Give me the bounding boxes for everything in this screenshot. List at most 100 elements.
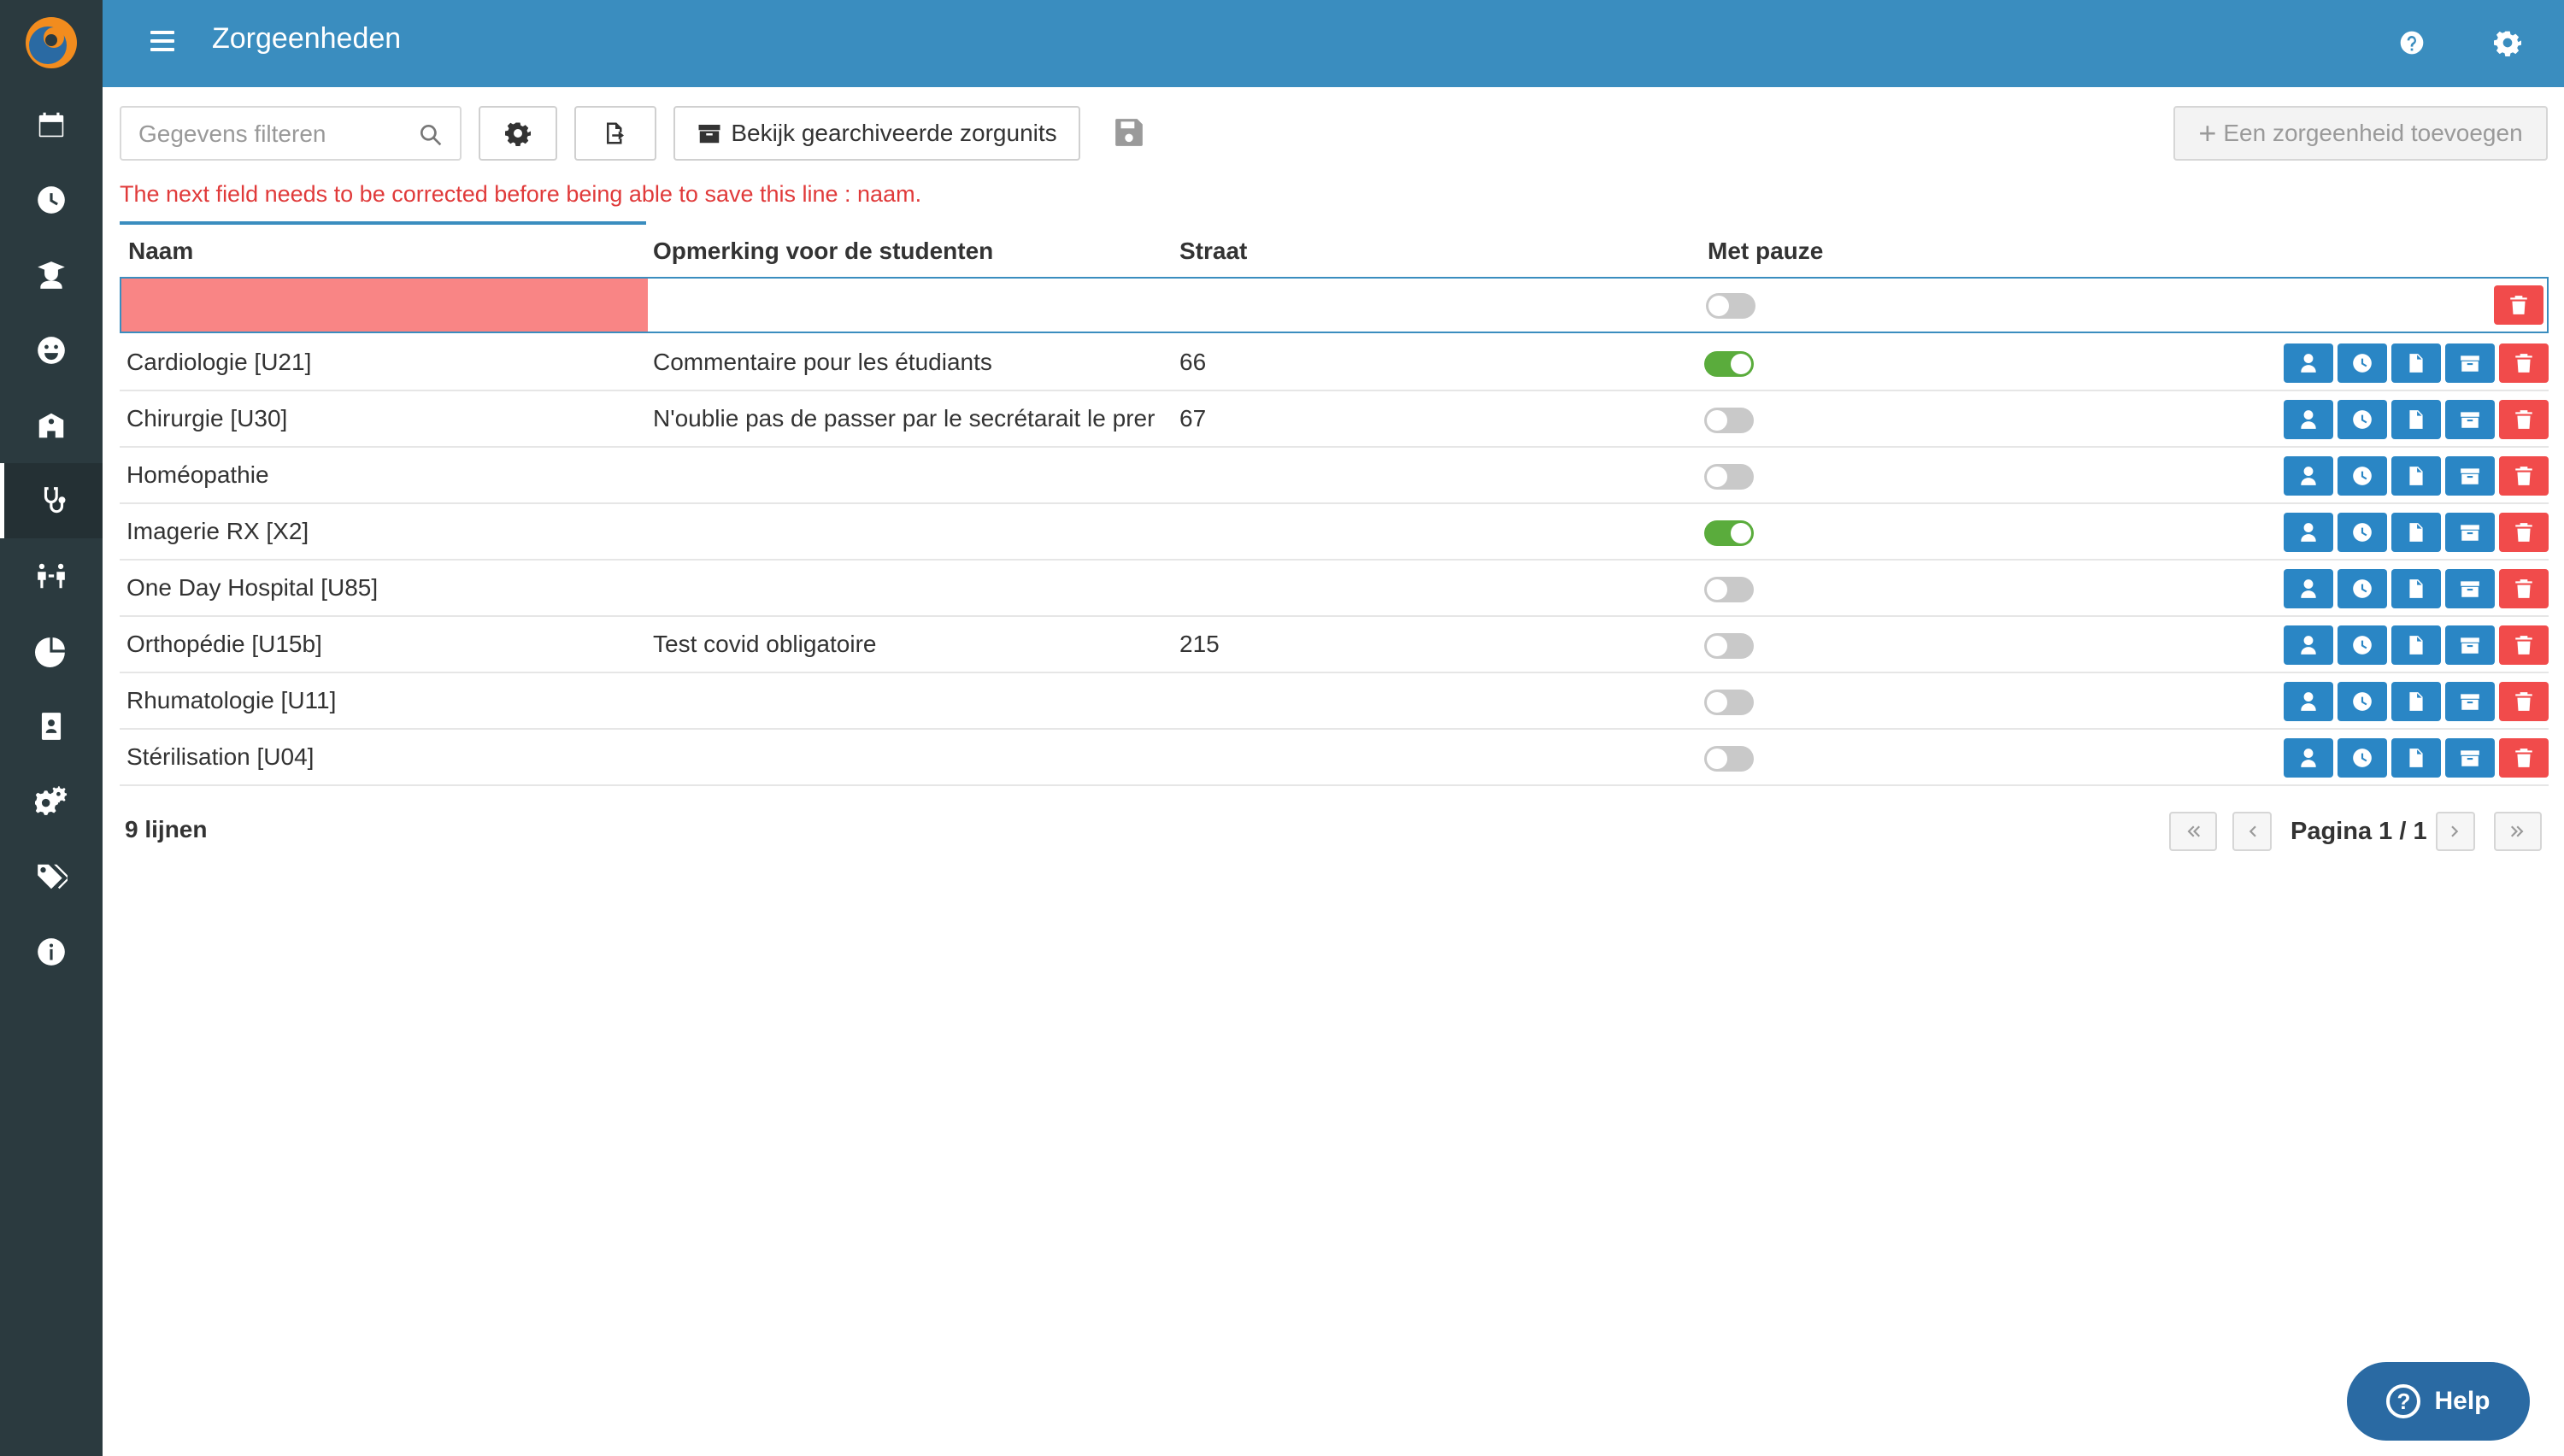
students-button[interactable]	[2284, 569, 2333, 608]
user-icon	[2301, 467, 2316, 485]
document-button[interactable]	[2391, 513, 2441, 552]
table-row[interactable]: One Day Hospital [U85]	[120, 561, 2549, 617]
pause-toggle[interactable]	[1704, 520, 1754, 546]
archive-button[interactable]	[2445, 513, 2495, 552]
document-button[interactable]	[2391, 738, 2441, 778]
sidebar-item-badge[interactable]	[0, 689, 103, 764]
pause-toggle[interactable]	[1704, 351, 1754, 377]
schedule-button[interactable]	[2338, 400, 2387, 439]
sidebar-item-clock[interactable]	[0, 162, 103, 238]
students-button[interactable]	[2284, 513, 2333, 552]
table-row[interactable]: Imagerie RX [X2]	[120, 504, 2549, 561]
next-page-button[interactable]	[2436, 812, 2475, 851]
archive-button[interactable]	[2445, 682, 2495, 721]
archive-button[interactable]	[2445, 456, 2495, 496]
document-button[interactable]	[2391, 343, 2441, 383]
document-button[interactable]	[2391, 569, 2441, 608]
pause-toggle[interactable]	[1704, 690, 1754, 715]
sidebar-item-settings[interactable]	[0, 764, 103, 839]
search-icon[interactable]	[417, 121, 444, 149]
delete-button[interactable]	[2499, 738, 2549, 778]
students-button[interactable]	[2284, 343, 2333, 383]
students-button[interactable]	[2284, 456, 2333, 496]
delete-button[interactable]	[2499, 625, 2549, 665]
table-settings-button[interactable]	[479, 106, 557, 161]
delete-button[interactable]	[2499, 456, 2549, 496]
settings-gear-icon[interactable]	[2489, 24, 2526, 62]
clock-icon	[2353, 467, 2372, 485]
last-page-button[interactable]	[2494, 812, 2542, 851]
archive-button[interactable]	[2445, 625, 2495, 665]
column-header-pause[interactable]: Met pauze	[1708, 238, 1823, 265]
sidebar-item-people-link[interactable]	[0, 538, 103, 614]
archive-button[interactable]	[2445, 343, 2495, 383]
save-icon[interactable]	[1113, 116, 1145, 149]
column-header-name[interactable]: Naam	[128, 238, 193, 265]
view-archived-button[interactable]: Bekijk gearchiveerde zorgunits	[673, 106, 1080, 161]
table-row[interactable]: Stérilisation [U04]	[120, 730, 2549, 786]
pause-toggle[interactable]	[1704, 577, 1754, 602]
schedule-button[interactable]	[2338, 682, 2387, 721]
sidebar-item-tags[interactable]	[0, 839, 103, 914]
table-row[interactable]: Homéopathie	[120, 448, 2549, 504]
file-icon	[2409, 692, 2423, 711]
name-input-invalid[interactable]	[121, 279, 648, 332]
delete-button[interactable]	[2499, 513, 2549, 552]
app-logo[interactable]	[0, 0, 103, 85]
schedule-button[interactable]	[2338, 513, 2387, 552]
table-row-edit[interactable]	[120, 277, 2549, 333]
column-header-remark[interactable]: Opmerking voor de studenten	[653, 238, 993, 265]
sidebar-item-students[interactable]	[0, 238, 103, 313]
schedule-button[interactable]	[2338, 456, 2387, 496]
sidebar-item-smiley[interactable]	[0, 313, 103, 388]
column-header-street[interactable]: Straat	[1179, 238, 1247, 265]
schedule-button[interactable]	[2338, 343, 2387, 383]
user-icon	[2301, 692, 2316, 711]
hamburger-menu-icon[interactable]	[145, 26, 179, 60]
document-button[interactable]	[2391, 400, 2441, 439]
sidebar-item-info[interactable]	[0, 914, 103, 989]
archive-button[interactable]	[2445, 569, 2495, 608]
pause-toggle[interactable]	[1704, 746, 1754, 772]
sidebar-item-statistics[interactable]	[0, 614, 103, 689]
delete-button[interactable]	[2494, 285, 2543, 325]
delete-button[interactable]	[2499, 343, 2549, 383]
document-button[interactable]	[2391, 456, 2441, 496]
sidebar-item-school[interactable]	[0, 388, 103, 463]
pause-toggle[interactable]	[1704, 633, 1754, 659]
user-icon	[2301, 523, 2316, 542]
pause-toggle[interactable]	[1704, 408, 1754, 433]
export-button[interactable]	[574, 106, 656, 161]
students-button[interactable]	[2284, 682, 2333, 721]
table-row[interactable]: Chirurgie [U30] N'oublie pas de passer pa…	[120, 391, 2549, 448]
schedule-button[interactable]	[2338, 569, 2387, 608]
previous-page-button[interactable]	[2232, 812, 2272, 851]
document-button[interactable]	[2391, 682, 2441, 721]
students-button[interactable]	[2284, 738, 2333, 778]
schedule-button[interactable]	[2338, 738, 2387, 778]
table-row[interactable]: Rhumatologie [U11]	[120, 673, 2549, 730]
help-circle-icon[interactable]	[2393, 24, 2431, 62]
document-button[interactable]	[2391, 625, 2441, 665]
add-care-unit-button[interactable]: + Een zorgeenheid toevoegen	[2173, 106, 2548, 161]
schedule-button[interactable]	[2338, 625, 2387, 665]
table-row[interactable]: Orthopédie [U15b] Test covid obligatoire 2…	[120, 617, 2549, 673]
search-input[interactable]	[138, 118, 395, 150]
pause-toggle[interactable]	[1706, 293, 1755, 319]
sidebar-item-care-units[interactable]	[0, 463, 103, 538]
students-button[interactable]	[2284, 400, 2333, 439]
sidebar	[0, 0, 103, 1456]
cell-name: One Day Hospital [U85]	[126, 574, 379, 601]
people-link-icon	[38, 563, 65, 589]
delete-button[interactable]	[2499, 400, 2549, 439]
students-button[interactable]	[2284, 625, 2333, 665]
first-page-button[interactable]	[2169, 812, 2217, 851]
archive-button[interactable]	[2445, 400, 2495, 439]
delete-button[interactable]	[2499, 682, 2549, 721]
help-button[interactable]: ? Help	[2347, 1362, 2530, 1441]
delete-button[interactable]	[2499, 569, 2549, 608]
table-row[interactable]: Cardiologie [U21] Commentaire pour les ét…	[120, 335, 2549, 391]
pause-toggle[interactable]	[1704, 464, 1754, 490]
sidebar-item-calendar[interactable]	[0, 87, 103, 162]
archive-button[interactable]	[2445, 738, 2495, 778]
